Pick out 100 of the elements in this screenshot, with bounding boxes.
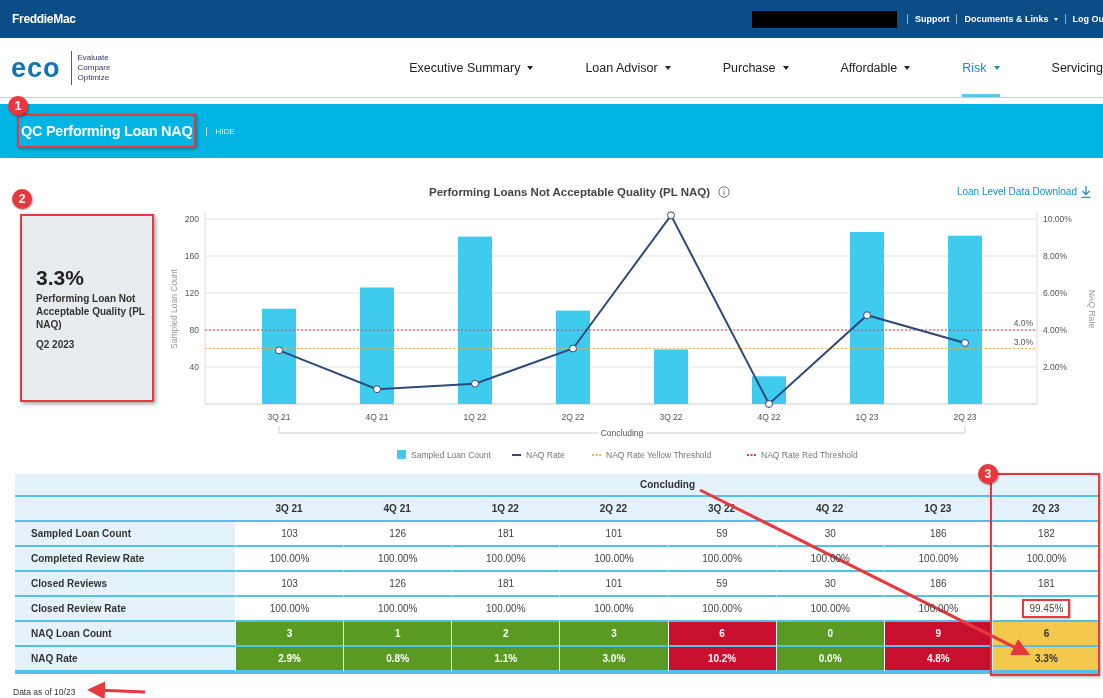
table-cell: 103 (235, 572, 344, 597)
legend-label[interactable]: NAQ Rate Yellow Threshold (606, 450, 712, 460)
table-cell: 2.9% (235, 647, 344, 672)
table-cell: 10.2% (667, 647, 776, 672)
axis-tick-label: 2Q 23 (953, 412, 977, 422)
table-cell: 3.0% (559, 647, 668, 672)
annotation-badge: 3 (977, 464, 998, 484)
axis-tick-label: 1Q 22 (463, 412, 487, 422)
caret-icon (664, 65, 671, 70)
table-cell: 3 (559, 622, 668, 647)
axis-title: NAQ Rate (1087, 289, 1097, 329)
caret-icon (527, 65, 534, 70)
table-cell: 181 (451, 522, 560, 547)
row-label: Closed Reviews (15, 572, 235, 597)
top-link[interactable]: Log Ou (1064, 14, 1103, 24)
chart-point (863, 311, 871, 320)
axis-tick-label: 2.00% (1043, 362, 1068, 372)
page-title: QC Performing Loan NAQ (17, 114, 197, 148)
column-header: 4Q 21 (343, 497, 452, 522)
nav-tab[interactable]: Servicing (1051, 38, 1103, 97)
table-cell: 100.00% (451, 547, 560, 572)
table-cell: 1 (343, 622, 452, 647)
chart-point (373, 385, 381, 394)
table-cell: 1.1% (451, 647, 560, 672)
axis-tick-label: 1Q 23 (855, 412, 879, 422)
info-icon[interactable] (718, 185, 731, 198)
axis-title: Sampled Loan Count (169, 269, 179, 349)
axis-tick-label: 120 (184, 288, 199, 299)
table-cell: 0.0% (775, 647, 884, 672)
table-cell: 186 (883, 522, 992, 547)
download-link[interactable]: Loan Level Data Download (956, 185, 1091, 198)
axis-tick-label: 10.00% (1043, 214, 1072, 225)
tagline-text: Evaluate (77, 52, 110, 63)
axis-tick-label: 4.00% (1043, 325, 1068, 335)
table-cell: 181 (451, 572, 560, 597)
chart-point (471, 379, 479, 388)
axis-tick-label: 2Q 22 (561, 412, 585, 422)
kpi-value: 3.3% (36, 266, 85, 290)
table-cell: 103 (235, 522, 344, 547)
data-date-note: Data as of 10/23 (13, 687, 76, 697)
kpi-period: Q2 2023 (36, 339, 76, 350)
tagline-text: Optimize (77, 72, 111, 83)
annotation-arrow (87, 681, 146, 698)
table-cell: 101 (559, 522, 668, 547)
annotation-badge: 2 (12, 189, 32, 209)
caret-icon (993, 65, 1000, 70)
axis-tick-label: 80 (189, 325, 199, 335)
axis-tick-label: 8.00% (1043, 251, 1068, 262)
top-link[interactable]: Support (907, 14, 957, 24)
table-cell: 126 (343, 522, 452, 547)
caret-icon (782, 65, 789, 70)
axis-tick-label: 3Q 22 (659, 412, 683, 422)
table-cell: 3 (235, 622, 344, 647)
chart-bar (654, 349, 688, 404)
row-label: Completed Review Rate (15, 547, 235, 572)
row-label: Sampled Loan Count (15, 522, 235, 547)
table-cell: 101 (559, 572, 668, 597)
legend-label[interactable]: Sampled Loan Count (411, 450, 491, 460)
table-cell: 6 (991, 622, 1100, 647)
table-cell: 100.00% (235, 547, 344, 572)
nav-tab[interactable]: Purchase (722, 38, 789, 97)
table-cell: 100.00% (991, 547, 1100, 572)
row-label: NAQ Loan Count (15, 622, 235, 647)
axis-tick-label: 3Q 21 (267, 412, 291, 422)
chart-point (961, 338, 969, 347)
chart-point (667, 211, 675, 220)
freddiemac-logo[interactable]: FreddieMac (12, 12, 76, 26)
table-cell: 186 (883, 572, 992, 597)
chart-point (765, 400, 773, 408)
axis-tick-label: 4Q 21 (365, 412, 389, 422)
download-icon (1081, 185, 1091, 198)
nav-tab[interactable]: Affordable (840, 38, 911, 97)
nav-tab[interactable]: Executive Summary (409, 38, 534, 97)
column-group-header: Concluding (640, 479, 695, 490)
axis-tick-label: 6.00% (1043, 288, 1068, 299)
table-cell: 30 (775, 522, 884, 547)
nav-tab[interactable]: Risk (962, 38, 1000, 97)
nav-tab[interactable]: Loan Advisor (585, 38, 671, 97)
column-header: 1Q 23 (883, 497, 992, 522)
axis-tick-label: 160 (184, 251, 199, 262)
tagline-text: Compare (77, 62, 111, 73)
column-header: 1Q 22 (451, 497, 560, 522)
table-cell: 100.00% (559, 547, 668, 572)
row-label: Closed Review Rate (15, 597, 235, 622)
legend-label[interactable]: NAQ Rate Red Threshold (761, 450, 858, 460)
table-cell: 2 (451, 622, 560, 647)
top-link[interactable]: Documents & Links (956, 14, 1065, 24)
chart-title: Performing Loans Not Acceptable Quality (PL NAQ) (429, 185, 711, 198)
column-header: 2Q 22 (559, 497, 668, 522)
chart-point (569, 344, 577, 353)
axis-tick-label: 200 (184, 214, 199, 225)
threshold-label: 3.0% (1013, 336, 1033, 347)
table-cell: 0 (775, 622, 884, 647)
table-cell: 9 (883, 622, 992, 647)
eco-logo[interactable]: eco (11, 50, 72, 85)
table-cell: 6 (667, 622, 776, 647)
table-cell: 30 (775, 572, 884, 597)
annotation-badge: 1 (8, 96, 28, 116)
legend-label[interactable]: NAQ Rate (526, 450, 565, 460)
table-cell: 181 (991, 572, 1100, 597)
